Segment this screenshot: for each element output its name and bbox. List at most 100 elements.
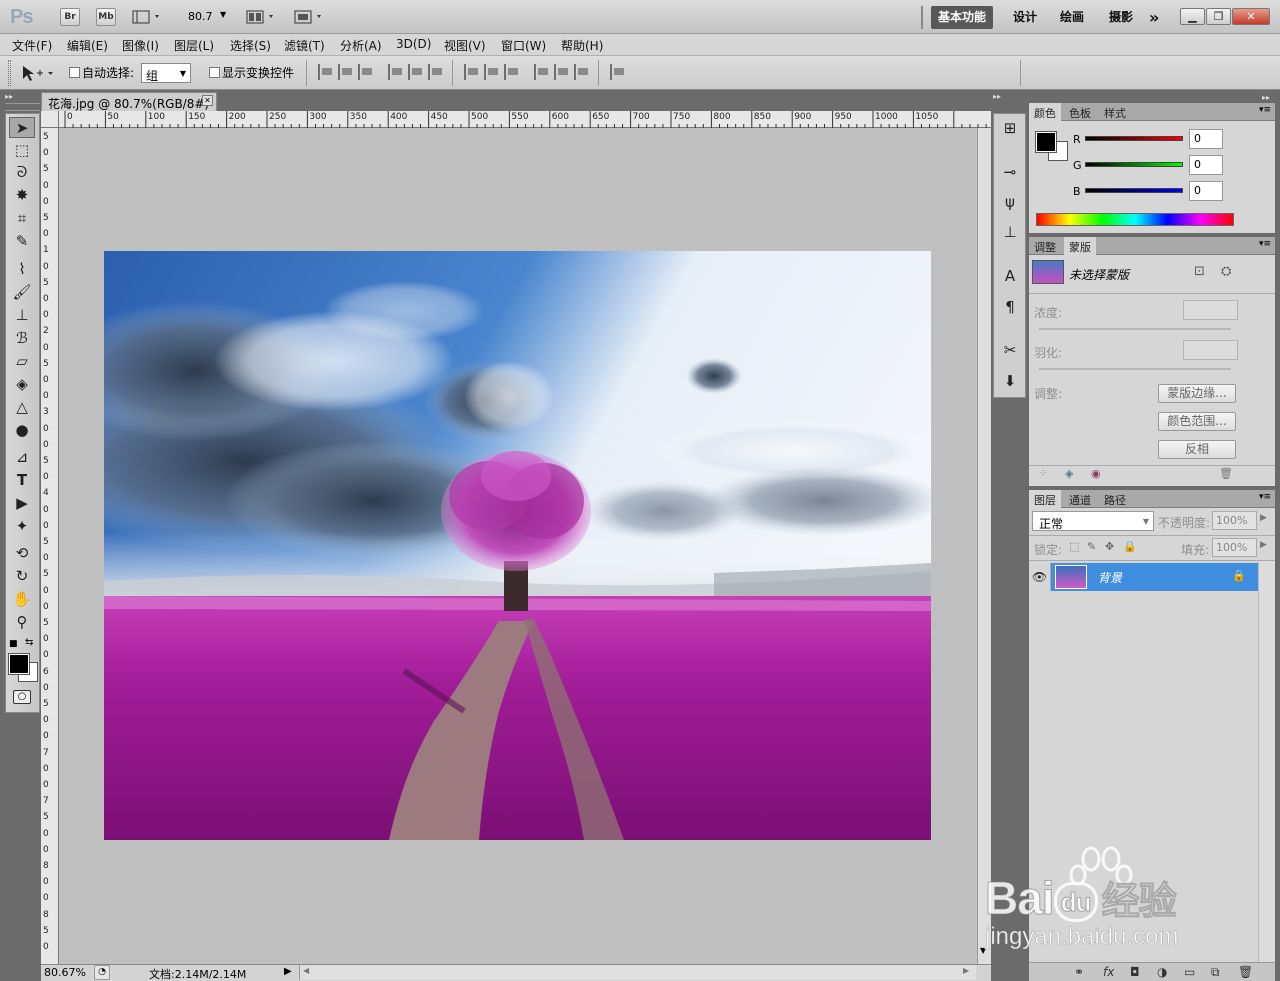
menu-edit[interactable]: 编辑(E) bbox=[67, 37, 108, 54]
menu-analysis[interactable]: 分析(A) bbox=[340, 37, 382, 54]
eyedropper-tool-icon[interactable]: ✎ bbox=[9, 231, 35, 252]
spot-healing-tool-icon[interactable]: ⌇ bbox=[9, 259, 35, 280]
paint-bucket-tool-icon[interactable]: ◈ bbox=[9, 374, 35, 395]
horizontal-ruler[interactable]: 0 50 100 150 200 250 300 350 400 450 500 550 600 650 7… bbox=[41, 111, 991, 128]
close-tab-icon[interactable]: ✕ bbox=[202, 95, 213, 106]
zoom-level-dropdown[interactable]: 80.7 ▼ bbox=[188, 10, 232, 26]
3d-orbit-tool-icon[interactable]: ↻ bbox=[9, 566, 35, 587]
expand-dock-icon[interactable]: ▸▸ bbox=[993, 93, 1026, 101]
fill-arrow-icon[interactable]: ▶ bbox=[1260, 540, 1267, 550]
lock-all-icon[interactable]: 🔒 bbox=[1123, 540, 1137, 553]
mask-edge-button[interactable]: 蒙版边缘... bbox=[1158, 384, 1236, 403]
lock-transparent-icon[interactable]: ⬚ bbox=[1069, 540, 1079, 553]
opacity-field[interactable]: 100% bbox=[1212, 511, 1257, 530]
menu-help[interactable]: 帮助(H) bbox=[561, 37, 603, 54]
history-panel-icon[interactable]: ⊞ bbox=[998, 117, 1022, 139]
quick-mask-icon[interactable]: ○ bbox=[13, 690, 31, 704]
fill-field[interactable]: 100% bbox=[1212, 538, 1257, 557]
brush-tool-icon[interactable]: 🖌 bbox=[9, 282, 35, 303]
disable-mask-icon[interactable]: ◉ bbox=[1091, 467, 1101, 480]
marquee-tool-icon[interactable]: ⬚ bbox=[9, 140, 35, 161]
path-selection-tool-icon[interactable]: ▶ bbox=[9, 493, 35, 514]
horizontal-scrollbar[interactable] bbox=[299, 965, 976, 980]
workspace-photography[interactable]: 摄影 bbox=[1102, 6, 1140, 29]
paragraph-panel-icon[interactable]: ¶ bbox=[998, 296, 1022, 318]
collapse-panels-icon[interactable]: ▸▸ bbox=[1262, 93, 1270, 102]
lasso-tool-icon[interactable]: ᘐ bbox=[9, 162, 35, 183]
new-layer-icon[interactable]: ⧉ bbox=[1211, 965, 1220, 980]
dodge-tool-icon[interactable]: ● bbox=[9, 420, 35, 441]
apply-mask-icon[interactable]: ◈ bbox=[1065, 467, 1073, 480]
lock-pixels-icon[interactable]: ✎ bbox=[1087, 540, 1096, 553]
crop-tool-icon[interactable]: ⌗ bbox=[9, 208, 35, 229]
align-left-icon[interactable] bbox=[388, 64, 404, 80]
clone-stamp-tool-icon[interactable]: ⊥ bbox=[9, 305, 35, 326]
tab-masks[interactable]: 蒙版 bbox=[1064, 237, 1096, 255]
tab-color[interactable]: 颜色 bbox=[1029, 103, 1061, 121]
tab-adjustments[interactable]: 调整 bbox=[1029, 237, 1061, 255]
default-colors-icon[interactable]: ■ bbox=[9, 639, 18, 649]
menu-window[interactable]: 窗口(W) bbox=[501, 37, 546, 54]
new-group-icon[interactable]: ▭ bbox=[1184, 965, 1195, 979]
type-tool-icon[interactable]: T bbox=[9, 470, 35, 491]
history-brush-tool-icon[interactable]: ℬ bbox=[9, 328, 35, 349]
panel-menu-icon[interactable]: ▾≡ bbox=[1259, 239, 1271, 249]
distribute-bottom-icon[interactable] bbox=[504, 64, 520, 80]
red-value-field[interactable]: 0 bbox=[1189, 129, 1223, 149]
load-selection-icon[interactable]: ⁘ bbox=[1039, 468, 1047, 479]
arrange-documents-dropdown[interactable] bbox=[246, 9, 278, 25]
menu-filter[interactable]: 滤镜(T) bbox=[284, 37, 325, 54]
distribute-right-icon[interactable] bbox=[574, 64, 590, 80]
view-extras-dropdown[interactable] bbox=[132, 9, 162, 25]
layer-style-icon[interactable]: fx bbox=[1103, 965, 1114, 979]
ruler-origin[interactable] bbox=[41, 111, 59, 128]
restore-button[interactable]: ❐ bbox=[1206, 8, 1231, 25]
menu-file[interactable]: 文件(F) bbox=[12, 37, 52, 54]
show-transform-checkbox[interactable] bbox=[209, 67, 220, 78]
auto-align-layers-icon[interactable] bbox=[610, 64, 626, 80]
bridge-button[interactable]: Br bbox=[60, 8, 80, 26]
menu-layer[interactable]: 图层(L) bbox=[174, 37, 214, 54]
minimize-button[interactable]: ▁ bbox=[1180, 8, 1205, 25]
menu-select[interactable]: 选择(S) bbox=[230, 37, 271, 54]
zoom-status[interactable]: 80.67% bbox=[44, 966, 86, 979]
trash-icon[interactable]: 🗑 bbox=[1219, 467, 1233, 480]
green-value-field[interactable]: 0 bbox=[1189, 155, 1223, 175]
scroll-left-icon[interactable]: ◀ bbox=[303, 966, 309, 975]
brushes-panel-icon[interactable]: ψ bbox=[998, 191, 1022, 213]
blur-tool-icon[interactable]: △ bbox=[9, 397, 35, 418]
screen-mode-dropdown[interactable] bbox=[294, 9, 326, 25]
pen-tool-icon[interactable]: ⊿ bbox=[9, 447, 35, 468]
3d-rotate-tool-icon[interactable]: ⟲ bbox=[9, 543, 35, 564]
swap-colors-icon[interactable]: ⇆ bbox=[25, 637, 33, 648]
tool-presets-panel-icon[interactable]: ✂ bbox=[998, 339, 1022, 361]
layer-visibility-eye-icon[interactable]: 👁 bbox=[1029, 563, 1051, 591]
opacity-arrow-icon[interactable]: ▶ bbox=[1260, 513, 1267, 523]
foreground-color-swatch[interactable] bbox=[8, 653, 30, 675]
adjustment-layer-icon[interactable]: ◑ bbox=[1157, 965, 1167, 979]
distribute-hcenter-icon[interactable] bbox=[554, 64, 570, 80]
quick-selection-tool-icon[interactable]: ✸ bbox=[9, 185, 35, 206]
distribute-left-icon[interactable] bbox=[534, 64, 550, 80]
align-right-icon[interactable] bbox=[428, 64, 444, 80]
menu-view[interactable]: 视图(V) bbox=[444, 37, 486, 54]
clone-source-panel-icon[interactable]: ⊥ bbox=[998, 221, 1022, 243]
workspace-design[interactable]: 设计 bbox=[1006, 6, 1044, 29]
tab-channels[interactable]: 通道 bbox=[1064, 490, 1096, 508]
scroll-right-icon[interactable]: ▶ bbox=[963, 966, 969, 975]
add-mask-icon[interactable]: ◘ bbox=[1130, 965, 1140, 979]
custom-shape-tool-icon[interactable]: ✦ bbox=[9, 516, 35, 537]
blue-slider[interactable] bbox=[1085, 188, 1183, 193]
green-slider[interactable] bbox=[1085, 162, 1183, 167]
distribute-center-icon[interactable] bbox=[484, 64, 500, 80]
eraser-tool-icon[interactable]: ▱ bbox=[9, 351, 35, 372]
color-spectrum-ramp[interactable] bbox=[1036, 213, 1234, 226]
zoom-tool-icon[interactable]: ⚲ bbox=[9, 612, 35, 633]
auto-select-checkbox[interactable] bbox=[69, 67, 80, 78]
brush-presets-panel-icon[interactable]: ⊸ bbox=[998, 161, 1022, 183]
align-top-icon[interactable] bbox=[318, 64, 334, 80]
align-vertical-center-icon[interactable] bbox=[338, 64, 354, 80]
red-slider[interactable] bbox=[1085, 136, 1183, 141]
lock-position-icon[interactable]: ✥ bbox=[1105, 540, 1114, 553]
menu-3d[interactable]: 3D(D) bbox=[396, 37, 431, 51]
